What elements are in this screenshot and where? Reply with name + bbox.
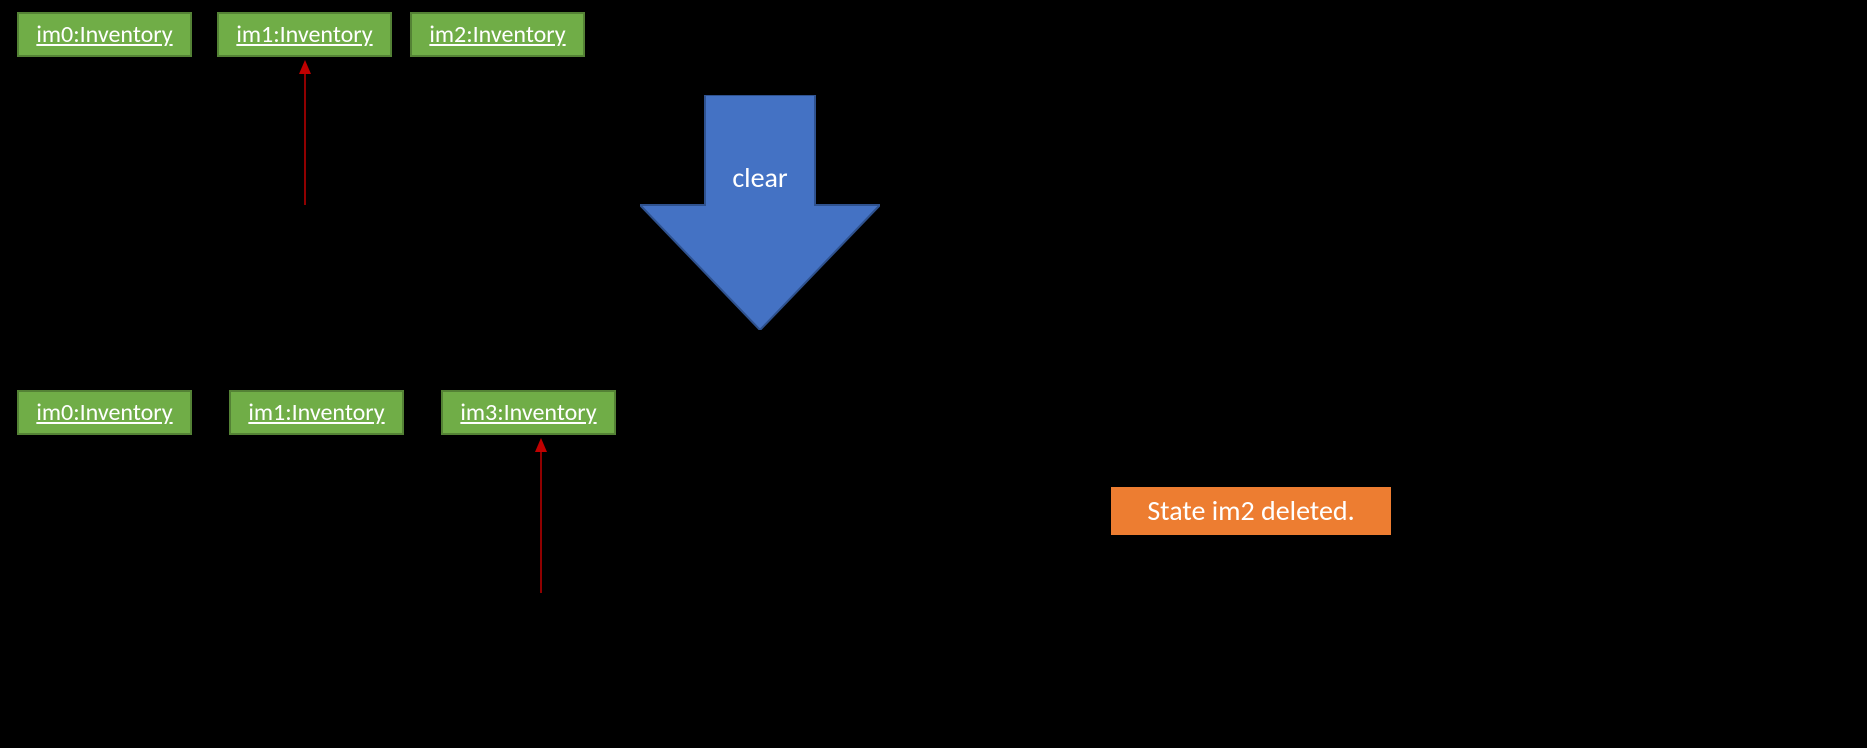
pointer-arrow-top [297, 60, 313, 205]
pointer-arrow-bottom [533, 438, 549, 593]
diagram-stage: im0:Inventory im1:Inventory im2:Inventor… [0, 0, 1867, 748]
object-box-top-2: im2:Inventory [410, 12, 585, 57]
transition-arrow [640, 95, 880, 330]
object-box-top-1: im1:Inventory [217, 12, 392, 57]
object-box-bottom-2: im3:Inventory [441, 390, 616, 435]
transition-label: clear [640, 160, 880, 195]
note-deleted: State im2 deleted. [1111, 487, 1391, 535]
object-box-bottom-0: im0:Inventory [17, 390, 192, 435]
object-box-top-0: im0:Inventory [17, 12, 192, 57]
object-box-bottom-1: im1:Inventory [229, 390, 404, 435]
